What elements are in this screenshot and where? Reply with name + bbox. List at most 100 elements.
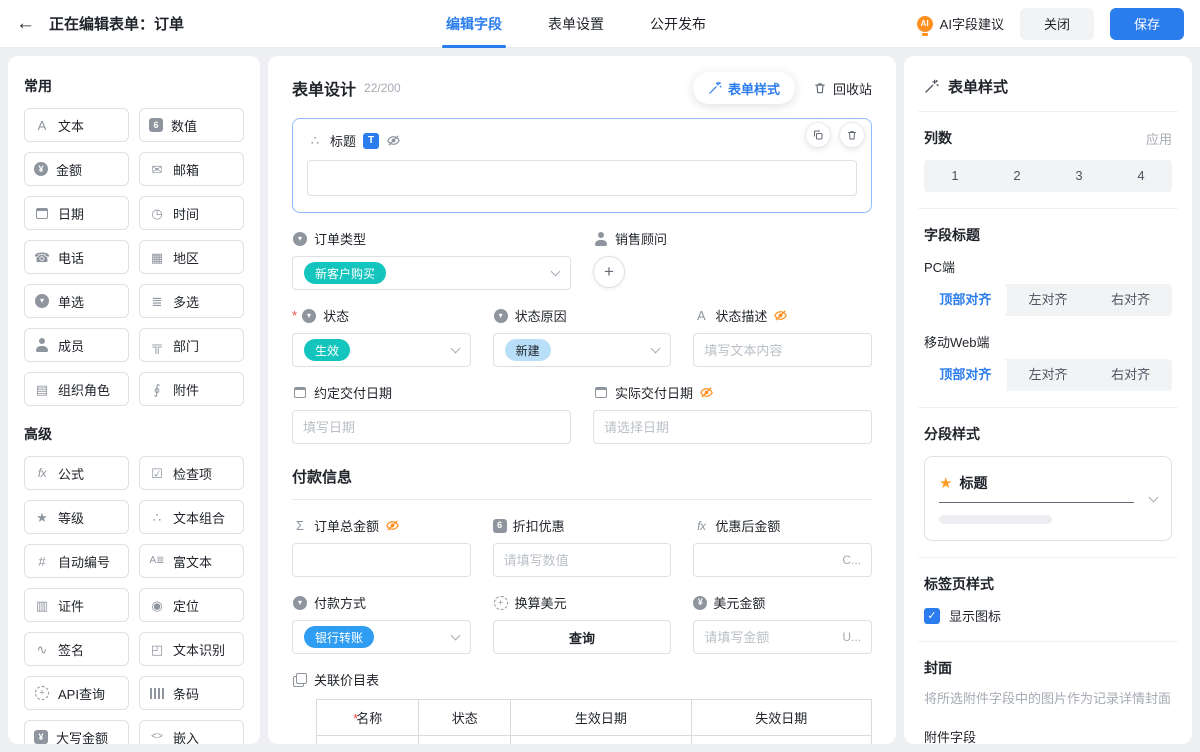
usd-amount-input[interactable] — [704, 629, 837, 645]
order-type-select[interactable]: 新客户购买 — [292, 256, 571, 290]
show-icon-checkbox[interactable]: ✓ — [924, 607, 940, 624]
divider — [918, 407, 1178, 408]
section-style-preview[interactable]: ★ 标题 — [924, 456, 1172, 541]
query-button[interactable]: 查询 — [492, 620, 672, 654]
field-label: 状态原因 — [514, 309, 567, 324]
pc-align-right[interactable]: 右对齐 — [1089, 284, 1172, 316]
discounted-amount-input[interactable] — [704, 552, 837, 568]
sidebar-item-signature[interactable]: ∿ 签名 — [24, 632, 129, 666]
column-option-4[interactable]: 4 — [1110, 160, 1172, 192]
sidebar-item-multi-select[interactable]: ≣ 多选 — [139, 284, 244, 318]
sidebar-item-label: 文本组合 — [173, 510, 226, 526]
pc-align-top[interactable]: 顶部对齐 — [924, 284, 1007, 316]
sidebar-item-embed[interactable]: <> 嵌入 — [139, 720, 244, 744]
field-label: 订单总金额 — [314, 519, 380, 534]
sidebar-item-department[interactable]: ╦ 部门 — [139, 328, 244, 362]
status-select[interactable]: 生效 — [292, 333, 471, 367]
column-option-1[interactable]: 1 — [924, 160, 986, 192]
sidebar-item-location[interactable]: ◉ 定位 — [139, 588, 244, 622]
tab-edit-fields[interactable]: 编辑字段 — [442, 0, 506, 48]
column-option-2[interactable]: 2 — [986, 160, 1048, 192]
sidebar-item-text-combo[interactable]: ∴ 文本组合 — [139, 500, 244, 534]
title-input[interactable] — [307, 160, 857, 196]
close-button[interactable]: 关闭 — [1019, 7, 1094, 40]
sidebar-item-api-query[interactable]: API查询 — [24, 676, 129, 710]
sidebar-item-ocr[interactable]: ◰ 文本识别 — [139, 632, 244, 666]
field-discount: 6 折扣优惠 — [492, 516, 672, 577]
person-icon — [594, 231, 608, 246]
sidebar-item-check-item[interactable]: ☑ 检查项 — [139, 456, 244, 490]
hidden-eye-icon — [386, 133, 401, 148]
recycle-bin-button[interactable]: 回收站 — [813, 79, 872, 98]
advanced-field-grid: fx 公式 ☑ 检查项 ★ 等级 ∴ 文本组合 # 自动编号 A≣ 富文本 ▥ 证件 ◉ 定位 … — [24, 456, 244, 744]
copy-button[interactable] — [805, 122, 831, 148]
sidebar-item-rating[interactable]: ★ 等级 — [24, 500, 129, 534]
tag: 新建 — [504, 339, 551, 361]
sidebar-item-single-select[interactable]: 单选 — [24, 284, 129, 318]
sidebar-item-attachment[interactable]: ∮ 附件 — [139, 372, 244, 406]
ai-field-suggest-button[interactable]: AI AI字段建议 — [916, 14, 1004, 36]
sidebar-item-label: 电话 — [58, 250, 85, 266]
single-select-icon — [293, 595, 307, 610]
sidebar-item-id-card[interactable]: ▥ 证件 — [24, 588, 129, 622]
sidebar-item-member[interactable]: 成员 — [24, 328, 129, 362]
single-select-icon — [302, 308, 317, 323]
sidebar-item-cap-amount[interactable]: ¥ 大写金额 — [24, 720, 129, 744]
sidebar-item-text[interactable]: A 文本 — [24, 108, 129, 142]
form-style-button[interactable]: 表单样式 — [692, 72, 795, 104]
actual-date-input[interactable] — [604, 419, 861, 435]
calendar-icon — [595, 387, 607, 398]
canvas-actions: 表单样式 回收站 — [692, 72, 872, 104]
sidebar-item-org-role[interactable]: ▤ 组织角色 — [24, 372, 129, 406]
single-select-icon — [35, 294, 49, 308]
add-member-button[interactable]: + — [593, 256, 625, 288]
sidebar-item-label: 金额 — [56, 162, 83, 178]
discount-input[interactable] — [503, 552, 661, 568]
sidebar-item-phone[interactable]: ☎ 电话 — [24, 240, 129, 274]
pc-align-segment: 顶部对齐 左对齐 右对齐 — [924, 284, 1172, 316]
text-combo-icon: ∴ — [152, 509, 162, 525]
sidebar-item-formula[interactable]: fx 公式 — [24, 456, 129, 490]
sidebar-item-barcode[interactable]: 条码 — [139, 676, 244, 710]
tab-public-publish[interactable]: 公开发布 — [650, 0, 706, 48]
section-title-common: 常用 — [24, 78, 52, 94]
magic-wand-icon — [924, 79, 939, 94]
agreed-date-input[interactable] — [303, 419, 560, 435]
save-button[interactable]: 保存 — [1109, 7, 1184, 40]
sidebar-item-auto-number[interactable]: # 自动编号 — [24, 544, 129, 578]
field-label: 订单类型 — [314, 232, 367, 247]
sidebar-item-number[interactable]: 6 数值 — [139, 108, 244, 142]
panel-title: 表单样式 — [948, 79, 1009, 96]
divider — [918, 111, 1178, 112]
sidebar-item-time[interactable]: ◷ 时间 — [139, 196, 244, 230]
trash-icon — [813, 81, 827, 95]
mobile-align-top[interactable]: 顶部对齐 — [924, 359, 1007, 391]
ai-button-label: AI字段建议 — [939, 17, 1004, 32]
mobile-align-left[interactable]: 左对齐 — [1007, 359, 1090, 391]
status-desc-input[interactable] — [704, 342, 861, 358]
sidebar-item-label: 条码 — [173, 686, 200, 702]
mobile-align-right[interactable]: 右对齐 — [1089, 359, 1172, 391]
back-arrow-icon[interactable]: ← — [16, 14, 35, 33]
sidebar-item-email[interactable]: ✉ 邮箱 — [139, 152, 244, 186]
formula-icon: fx — [37, 466, 47, 480]
sidebar-item-rich-text[interactable]: A≣ 富文本 — [139, 544, 244, 578]
sidebar-item-region[interactable]: ▦ 地区 — [139, 240, 244, 274]
payment-method-select[interactable]: 银行转账 — [292, 620, 471, 654]
text-icon: A — [696, 308, 706, 323]
apply-link[interactable]: 应用 — [1146, 129, 1172, 148]
sidebar-item-label: 等级 — [58, 510, 85, 526]
text-icon: A — [37, 117, 47, 133]
pc-align-left[interactable]: 左对齐 — [1007, 284, 1090, 316]
sidebar-item-date[interactable]: 日期 — [24, 196, 129, 230]
block-actions — [805, 122, 865, 148]
form-style-panel: 表单样式 列数 应用 1 2 3 4 字段标题 PC端 顶部对齐 左对齐 右对齐… — [904, 56, 1192, 744]
field-label: 换算美元 — [514, 596, 567, 611]
column-option-3[interactable]: 3 — [1048, 160, 1110, 192]
sidebar-item-amount[interactable]: ¥ 金额 — [24, 152, 129, 186]
title-field-block[interactable]: ∴ 标题 T — [292, 118, 872, 213]
order-total-input[interactable] — [303, 552, 460, 568]
delete-button[interactable] — [839, 122, 865, 148]
status-reason-select[interactable]: 新建 — [492, 333, 672, 367]
tab-form-settings[interactable]: 表单设置 — [548, 0, 604, 48]
